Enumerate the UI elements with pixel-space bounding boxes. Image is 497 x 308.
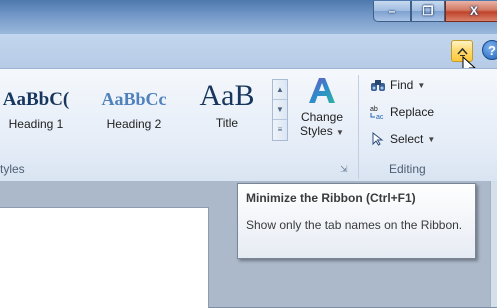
style-title[interactable]: AaB Title [184, 79, 270, 130]
styles-group-label: tyles [0, 162, 25, 176]
window-minimize-button[interactable]: – [373, 1, 411, 22]
ribbon-tab-strip [0, 34, 497, 68]
find-label: Find [390, 78, 414, 92]
window-maximize-button[interactable]: ❐ [411, 1, 445, 22]
change-styles-button[interactable]: Change Styles ▼ [293, 75, 351, 140]
scroll-down-icon[interactable]: ▼ [273, 100, 287, 120]
vertical-scrollbar[interactable] [490, 181, 497, 307]
window-controls: – ❐ X [373, 1, 497, 22]
dropdown-arrow-icon: ▼ [427, 134, 436, 144]
style-label: Title [215, 116, 239, 130]
tooltip-body: Show only the tab names on the Ribbon. [246, 218, 463, 232]
change-styles-label-2: Styles [300, 124, 333, 138]
change-styles-label-1: Change [300, 110, 344, 124]
select-label: Select [390, 132, 424, 146]
tooltip: Minimize the Ribbon (Ctrl+F1) Show only … [237, 183, 476, 259]
help-button[interactable]: ? [482, 40, 497, 60]
find-button[interactable]: Find ▼ [370, 77, 425, 93]
style-label: Heading 1 [8, 117, 64, 131]
select-button[interactable]: Select ▼ [370, 131, 435, 147]
replace-icon: ab ac [370, 104, 386, 120]
styles-gallery-scroll[interactable]: ▲ ▼ ≡ [272, 79, 288, 141]
style-heading-2[interactable]: AaBbCc Heading 2 [92, 89, 176, 131]
window-close-button[interactable]: X [445, 1, 497, 22]
document-page[interactable] [0, 207, 209, 308]
replace-label: Replace [390, 105, 435, 119]
style-preview: AaBbC( [2, 89, 70, 110]
dropdown-arrow-icon: ▼ [336, 128, 344, 137]
group-separator [358, 75, 359, 179]
dropdown-arrow-icon: ▼ [417, 80, 426, 90]
chevron-up-icon [457, 47, 468, 56]
style-preview: AaB [199, 79, 255, 112]
ribbon: AaBbC( Heading 1 AaBbCc Heading 2 AaB Ti… [0, 68, 497, 182]
change-styles-icon [309, 78, 335, 103]
dialog-launcher-icon[interactable]: ⇲ [340, 164, 348, 175]
style-preview: AaBbCc [101, 89, 167, 109]
scroll-up-icon[interactable]: ▲ [273, 80, 287, 100]
editing-group-label: Editing [389, 162, 426, 176]
svg-text:ac: ac [376, 114, 384, 120]
gallery-more-icon[interactable]: ≡ [273, 120, 287, 139]
replace-button[interactable]: ab ac Replace [370, 104, 434, 120]
title-bar: – ❐ X [0, 0, 497, 34]
svg-text:ab: ab [370, 106, 378, 113]
style-heading-1[interactable]: AaBbC( Heading 1 [0, 89, 78, 131]
select-arrow-icon [370, 131, 386, 147]
binoculars-icon [370, 77, 386, 93]
style-label: Heading 2 [106, 117, 162, 131]
tooltip-title: Minimize the Ribbon (Ctrl+F1) [246, 191, 416, 205]
